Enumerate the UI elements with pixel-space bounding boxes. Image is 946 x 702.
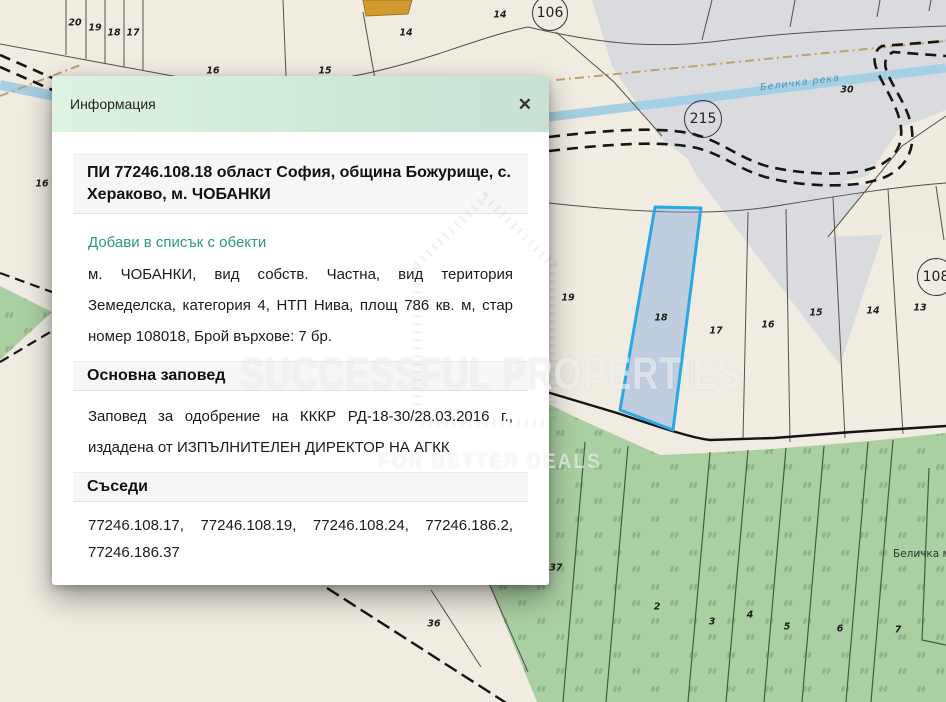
order-section-header: Основна заповед xyxy=(73,361,528,391)
close-button[interactable]: ✕ xyxy=(518,96,532,113)
order-text: Заповед за одобрение на КККР РД-18-30/28… xyxy=(88,401,513,463)
cadastral-map-app: Беличка река Беличка м 20191817161514141… xyxy=(0,0,946,702)
info-popup-header: Информация ✕ xyxy=(52,76,549,132)
add-to-list-link[interactable]: Добави в списък с обекти xyxy=(88,234,266,251)
property-title: ПИ 77246.108.18 област София, община Бож… xyxy=(73,154,528,214)
property-description: м. ЧОБАНКИ, вид собств. Частна, вид тери… xyxy=(88,259,513,352)
neighbors-section-header: Съседи xyxy=(73,472,528,502)
neighbors-list: 77246.108.17, 77246.108.19, 77246.108.24… xyxy=(88,512,513,566)
info-popup: Информация ✕ ПИ 77246.108.18 област Софи… xyxy=(52,76,549,585)
building-footprint xyxy=(363,0,412,16)
popup-title: Информация xyxy=(70,96,156,112)
info-popup-body: ПИ 77246.108.18 област София, община Бож… xyxy=(52,132,549,566)
